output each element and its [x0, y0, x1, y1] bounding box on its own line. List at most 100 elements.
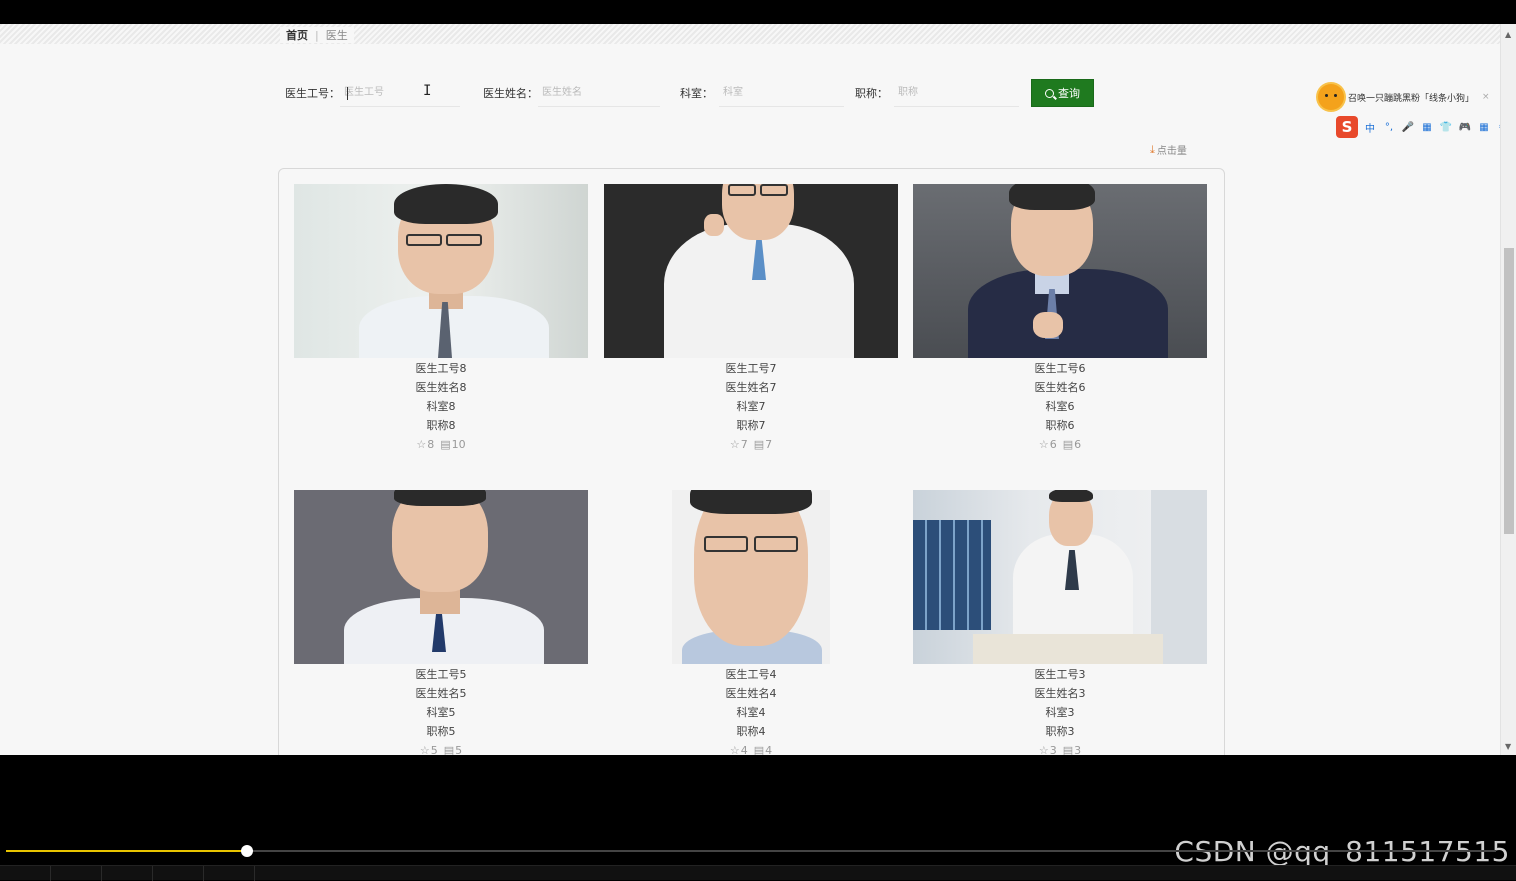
apps-grid-icon[interactable]: ▦: [1477, 122, 1491, 133]
comment-count[interactable]: ▤ 7: [754, 438, 772, 451]
doctor-name: 医生姓名5: [415, 687, 467, 700]
scroll-down-arrow-icon[interactable]: ▼: [1505, 742, 1511, 751]
scroll-up-arrow-icon[interactable]: ▲: [1505, 30, 1511, 39]
vertical-scrollbar[interactable]: ▲ ▼: [1500, 24, 1516, 755]
doctor-card[interactable]: 医生工号8 医生姓名8 科室8 职称8 ☆ 8 ▤ 10: [294, 184, 588, 451]
top-letterbox: [0, 0, 1516, 24]
doctor-info: 医生工号7 医生姓名7 科室7 职称7: [604, 359, 898, 435]
skin-icon[interactable]: 👕: [1439, 122, 1453, 133]
doctor-name: 医生姓名4: [725, 687, 777, 700]
doctor-name: 医生姓名7: [725, 381, 777, 394]
comment-icon: ▤: [443, 744, 455, 755]
control-slot[interactable]: [153, 866, 204, 881]
comment-icon: ▤: [753, 744, 765, 755]
like-count[interactable]: ☆ 5: [420, 744, 438, 755]
doctor-id-input[interactable]: [340, 79, 460, 107]
ime-message: 召唤一只蹦跳黑粉「线条小狗」: [1348, 93, 1475, 104]
comment-count[interactable]: ▤ 5: [444, 744, 462, 755]
doctor-info: 医生工号5 医生姓名5 科室5 职称5: [294, 665, 588, 741]
doctor-card[interactable]: 医生工号6 医生姓名6 科室6 职称6 ☆ 6 ▤ 6: [913, 184, 1207, 451]
sogou-logo-icon[interactable]: S: [1336, 116, 1358, 138]
doctor-name-label: 医生姓名：: [483, 87, 538, 100]
doctor-list-panel: 医生工号8 医生姓名8 科室8 职称8 ☆ 8 ▤ 10 医生工号7 医生姓名7…: [278, 168, 1225, 755]
ime-notice[interactable]: 召唤一只蹦跳黑粉「线条小狗」 ×: [1318, 82, 1512, 112]
doctor-name: 医生姓名8: [415, 381, 467, 394]
doctor-card[interactable]: 医生工号5 医生姓名5 科室5 职称5 ☆ 5 ▤ 5: [294, 490, 588, 755]
like-count[interactable]: ☆ 8: [416, 438, 434, 451]
text-caret: [347, 87, 348, 100]
like-count[interactable]: ☆ 6: [1039, 438, 1057, 451]
job-title-input[interactable]: [894, 79, 1019, 107]
comment-count[interactable]: ▤ 3: [1063, 744, 1081, 755]
control-slot[interactable]: [51, 866, 102, 881]
comment-count[interactable]: ▤ 6: [1063, 438, 1081, 451]
close-icon[interactable]: ×: [1482, 92, 1490, 102]
like-count[interactable]: ☆ 7: [730, 438, 748, 451]
like-count[interactable]: ☆ 4: [730, 744, 748, 755]
control-slot[interactable]: [204, 866, 255, 881]
doctor-name: 医生姓名6: [1034, 381, 1086, 394]
keyboard-icon[interactable]: ▦: [1420, 122, 1434, 133]
doctor-title: 职称7: [736, 419, 766, 432]
doctor-card[interactable]: 医生工号7 医生姓名7 科室7 职称7 ☆ 7 ▤ 7: [604, 184, 898, 451]
scrollbar-thumb[interactable]: [1504, 248, 1514, 534]
doctor-dept: 科室7: [736, 400, 766, 413]
comment-icon: ▤: [1062, 744, 1074, 755]
search-button[interactable]: 查询: [1031, 79, 1094, 107]
doctor-info: 医生工号8 医生姓名8 科室8 职称8: [294, 359, 588, 435]
doctor-title: 职称4: [736, 725, 766, 738]
doctor-id: 医生工号3: [1034, 668, 1086, 681]
star-icon: ☆: [419, 744, 430, 755]
doctor-stats: ☆ 6 ▤ 6: [913, 438, 1207, 451]
doctor-title: 职称6: [1045, 419, 1075, 432]
sort-by-clicks-link[interactable]: ⤓ 点击量: [1150, 142, 1187, 158]
doctor-id-field: 医生工号： I: [285, 79, 460, 107]
doctor-photo: [604, 184, 898, 358]
doctor-stats: ☆ 3 ▤ 3: [913, 744, 1207, 755]
browser-viewport: 首页 | 医生 医生工号： I 医生姓名： 科室： 职称： 查询 ⤓: [0, 24, 1516, 755]
doctor-id: 医生工号5: [415, 668, 467, 681]
comment-icon: ▤: [753, 438, 765, 451]
doctor-stats: ☆ 4 ▤ 4: [604, 744, 898, 755]
star-icon: ☆: [729, 438, 740, 451]
comment-count[interactable]: ▤ 10: [440, 438, 465, 451]
chinese-mode-icon[interactable]: 中: [1363, 120, 1377, 135]
doctor-stats: ☆ 7 ▤ 7: [604, 438, 898, 451]
progress-fill: [6, 850, 248, 852]
doctor-info: 医生工号3 医生姓名3 科室3 职称3: [913, 665, 1207, 741]
doctor-id: 医生工号4: [725, 668, 777, 681]
department-input[interactable]: [719, 79, 844, 107]
progress-knob[interactable]: [241, 845, 254, 857]
comment-count[interactable]: ▤ 4: [754, 744, 772, 755]
doctor-dept: 科室6: [1045, 400, 1075, 413]
doctor-photo: [294, 490, 588, 664]
breadcrumb-home[interactable]: 首页: [286, 27, 308, 43]
doctor-dept: 科室8: [426, 400, 456, 413]
video-player-controls: CSDN @qq_811517515: [0, 755, 1516, 881]
comment-icon: ▤: [440, 438, 451, 451]
doctor-dept: 科室4: [736, 706, 766, 719]
search-form: 医生工号： I 医生姓名： 科室： 职称： 查询: [285, 79, 1105, 107]
doctor-id: 医生工号6: [1034, 362, 1086, 375]
control-slot[interactable]: [0, 866, 51, 881]
doctor-name-input[interactable]: [538, 79, 660, 107]
doctor-photo: [604, 490, 898, 664]
doctor-id: 医生工号7: [725, 362, 777, 375]
job-title-label: 职称：: [855, 87, 888, 100]
doctor-id-label: 医生工号：: [285, 87, 340, 100]
ibeam-cursor-icon: I: [423, 83, 432, 99]
doctor-dept: 科室3: [1045, 706, 1075, 719]
star-icon: ☆: [416, 438, 427, 451]
control-slot[interactable]: [102, 866, 153, 881]
doctor-title: 职称3: [1045, 725, 1075, 738]
doctor-info: 医生工号6 医生姓名6 科室6 职称6: [913, 359, 1207, 435]
microphone-icon[interactable]: 🎤: [1401, 122, 1415, 133]
doctor-title: 职称8: [426, 419, 456, 432]
punctuation-icon[interactable]: °,: [1382, 122, 1396, 133]
doctor-card[interactable]: 医生工号4 医生姓名4 科室4 职称4 ☆ 4 ▤ 4: [604, 490, 898, 755]
game-icon[interactable]: 🎮: [1458, 122, 1472, 133]
video-progress-bar[interactable]: [6, 845, 1496, 857]
doctor-card[interactable]: 医生工号3 医生姓名3 科室3 职称3 ☆ 3 ▤ 3: [913, 490, 1207, 755]
star-icon: ☆: [1038, 438, 1049, 451]
like-count[interactable]: ☆ 3: [1039, 744, 1057, 755]
